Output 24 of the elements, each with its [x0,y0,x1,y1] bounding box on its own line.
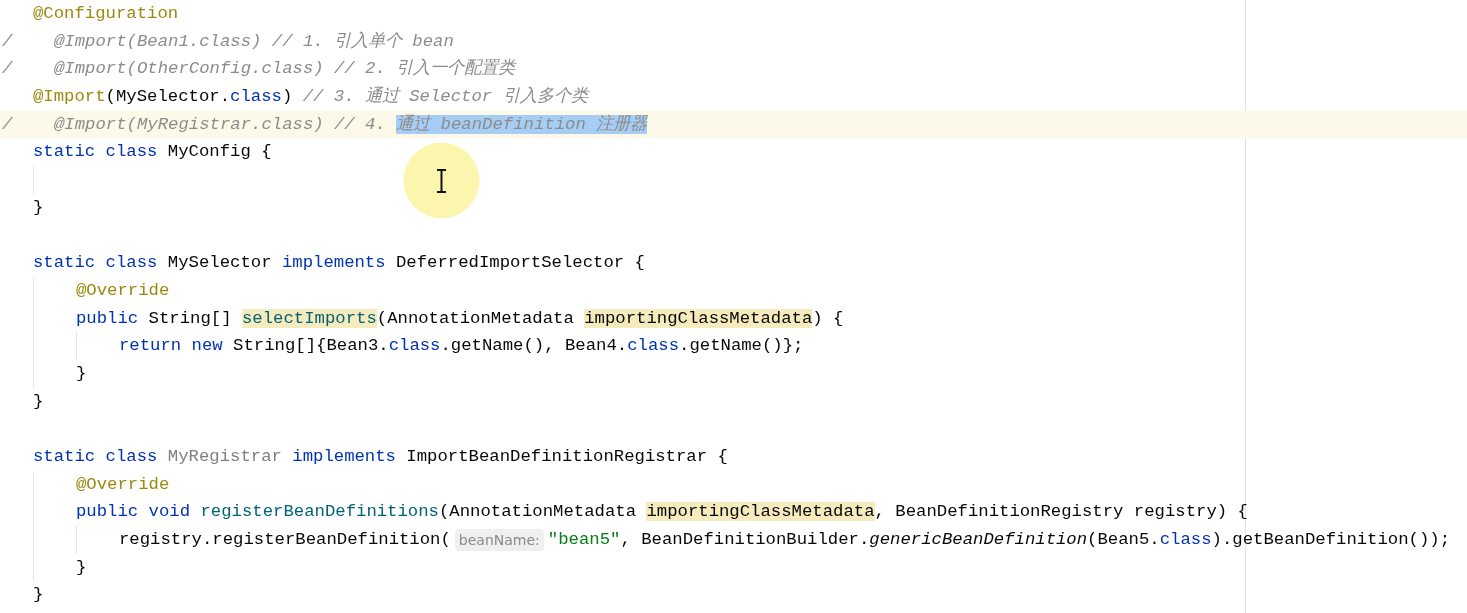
code-editor[interactable] [0,0,1467,613]
code-text: @Import(MySelector.class) // 3. 通过 Selector 引入多个类 [33,85,588,109]
code-text: } [76,362,87,385]
code-text: "bean5", BeanDefinitionBuilder.genericBeanDefinition(Bean5.class).getBeanDefinition()); [547,529,1451,552]
code-text: static class MyConfig { [33,141,272,164]
code-text: return new String[]{Bean3.class.getName(), Bean4.class.getName()}; [119,335,804,358]
code-text: } [76,556,87,579]
code-text: public void registerBeanDefinitions(AnnotationMetadata importingClassMetadata, BeanDefinitionRegistry registry) { [76,501,1248,524]
code-text: registry.registerBeanDefinition( [119,529,451,552]
comment-marker: / [2,58,13,81]
code-text: static class MyRegistrar implements ImportBeanDefinitionRegistrar { [33,446,728,468]
code-text: public String[] selectImports(AnnotationMetadata importingClassMetadata) { [76,307,844,330]
code-text: } [33,390,44,413]
comment-marker: / [2,113,13,136]
comment-marker: / [2,30,13,53]
code-text: } [33,584,44,607]
code-text: static class MySelector implements DeferredImportSelector { [33,252,645,275]
code-text: @Import(OtherConfig.class) // 2. 引入一个配置类 [54,57,516,81]
code-text: @Override [76,279,170,302]
code-text: @Import(Bean1.class) // 1. 引入单个 bean [54,30,454,53]
code-text: } [33,196,44,219]
code-text: @Override [76,473,170,496]
parameter-hint: beanName: [454,528,544,551]
code-text: @Configuration [33,3,179,25]
